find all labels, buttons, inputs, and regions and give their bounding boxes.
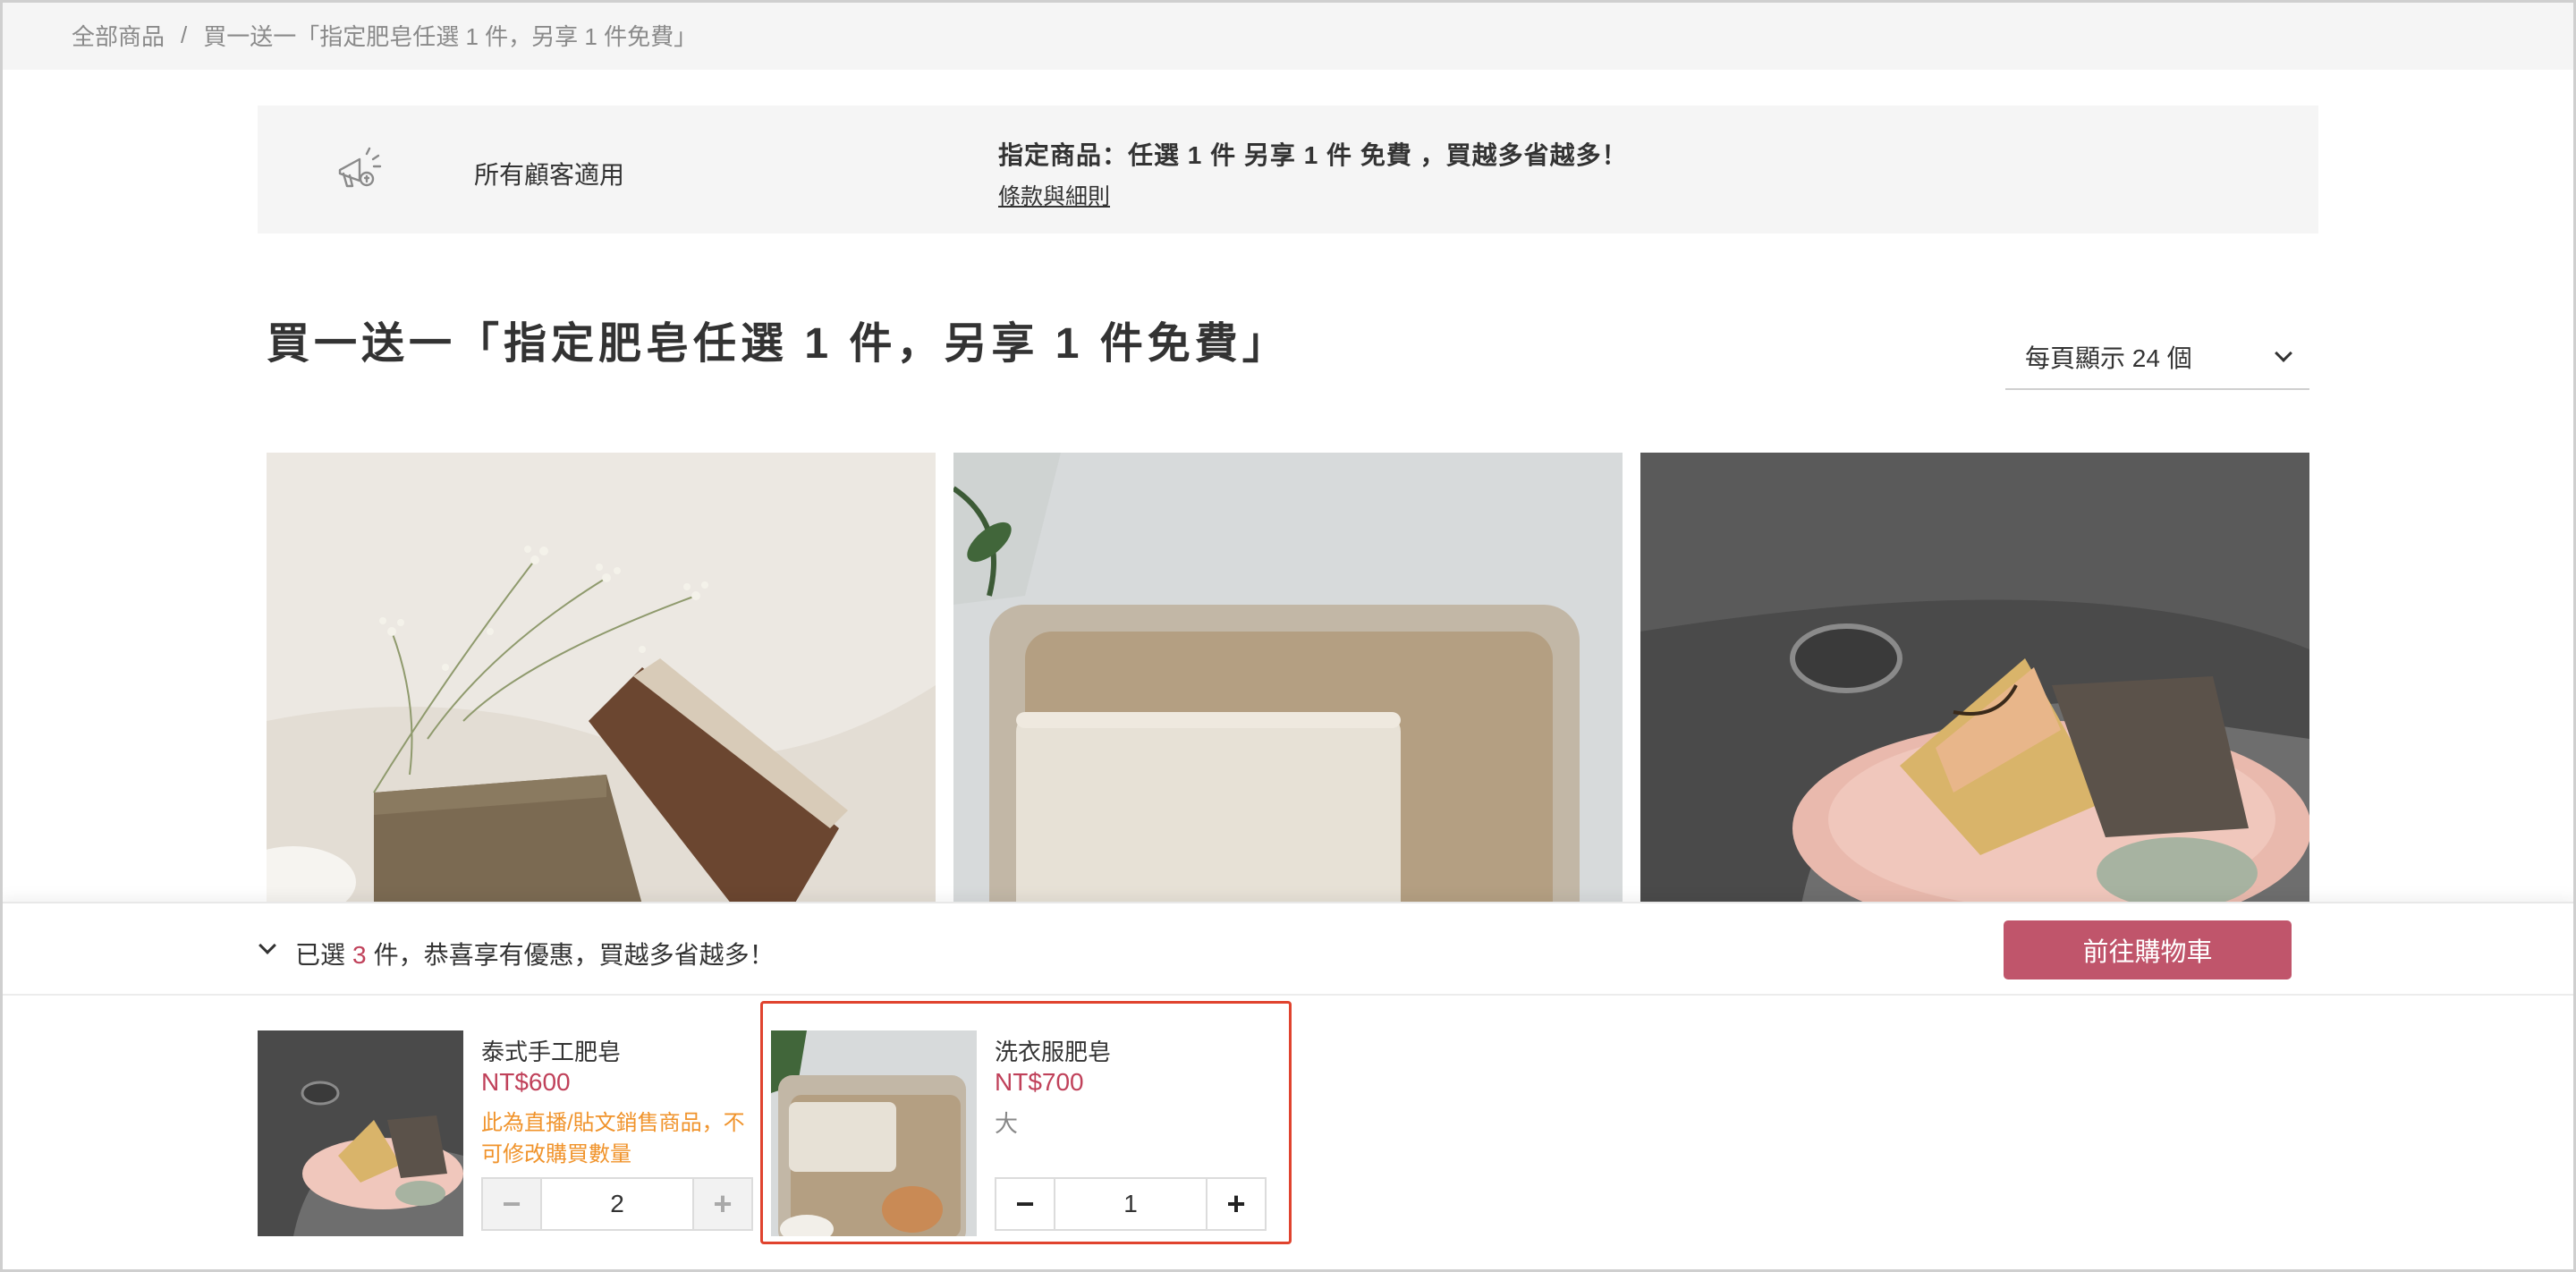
promo-title: 指定商品：任選 1 件 另享 1 件 免費 ，買越多省越多！	[998, 141, 1628, 169]
quantity-stepper: − 1 +	[995, 1177, 1267, 1231]
drawer-summary: 已選 3 件，恭喜享有優惠，買越多省越多！	[295, 936, 775, 971]
breadcrumb-current: 買一送一「指定肥皂任選 1 件，另享 1 件免費」	[203, 22, 698, 50]
cart-item-price: NT$600	[481, 1068, 571, 1096]
product-card-image[interactable]	[1640, 453, 2309, 904]
cart-item: 洗衣服肥皂 NT$700 大 − 1 +	[771, 1023, 1272, 1238]
product-grid	[267, 453, 2309, 904]
increase-quantity-button[interactable]: +	[1208, 1179, 1265, 1229]
breadcrumb-home-link[interactable]: 全部商品	[72, 19, 165, 52]
per-page-select[interactable]: 每頁顯示 24 個	[2005, 326, 2309, 390]
breadcrumb-separator: /	[181, 21, 188, 48]
selected-count: 3	[352, 941, 367, 969]
quantity-stepper: − 2 +	[481, 1177, 753, 1231]
cart-item-variant: 大	[995, 1110, 1019, 1137]
quantity-value[interactable]: 1	[1054, 1179, 1208, 1229]
promo-banner: 所有顧客適用 指定商品：任選 1 件 另享 1 件 免費 ，買越多省越多！ 條款…	[258, 106, 2318, 233]
cart-item-price: NT$700	[995, 1068, 1084, 1096]
cart-item-name: 洗衣服肥皂	[995, 1039, 1112, 1065]
breadcrumb: 全部商品 / 買一送一「指定肥皂任選 1 件，另享 1 件免費」	[0, 0, 2576, 70]
cart-item: 泰式手工肥皂 NT$600 此為直播/貼文銷售商品，不可修改購買數量 − 2 +	[258, 1023, 758, 1238]
chevron-down-icon	[2275, 344, 2292, 362]
page-title: 買一送一「指定肥皂任選 1 件，另享 1 件免費」	[267, 320, 1290, 368]
summary-suffix: 件，恭喜享有優惠，買越多省越多！	[373, 941, 775, 969]
megaphone-icon	[333, 143, 386, 197]
product-card-image[interactable]	[267, 453, 936, 904]
drawer-collapse-toggle[interactable]	[258, 937, 277, 957]
cart-item-notice: 此為直播/貼文銷售商品，不可修改購買數量	[481, 1111, 745, 1166]
product-card-image[interactable]	[953, 453, 1623, 904]
per-page-label: 每頁顯示 24 個	[2025, 344, 2192, 372]
go-to-cart-button[interactable]: 前往購物車	[2004, 920, 2292, 979]
decrease-quantity-button[interactable]: −	[996, 1179, 1054, 1229]
decrease-quantity-button[interactable]: −	[483, 1179, 540, 1229]
increase-quantity-button[interactable]: +	[694, 1179, 751, 1229]
selection-drawer: 已選 3 件，恭喜享有優惠，買越多省越多！ 前往購物車 泰式手工肥皂 NT$600 …	[0, 902, 2576, 1272]
cart-item-thumbnail	[258, 1030, 463, 1236]
cart-item-name: 泰式手工肥皂	[481, 1039, 622, 1065]
chevron-down-icon	[258, 937, 276, 954]
drawer-header: 已選 3 件，恭喜享有優惠，買越多省越多！ 前往購物車	[0, 903, 2576, 996]
summary-prefix: 已選	[295, 941, 346, 969]
terms-link[interactable]: 條款與細則	[998, 179, 1110, 211]
cart-item-thumbnail	[771, 1030, 977, 1236]
promo-audience: 所有顧客適用	[474, 161, 625, 189]
quantity-value: 2	[540, 1179, 694, 1229]
